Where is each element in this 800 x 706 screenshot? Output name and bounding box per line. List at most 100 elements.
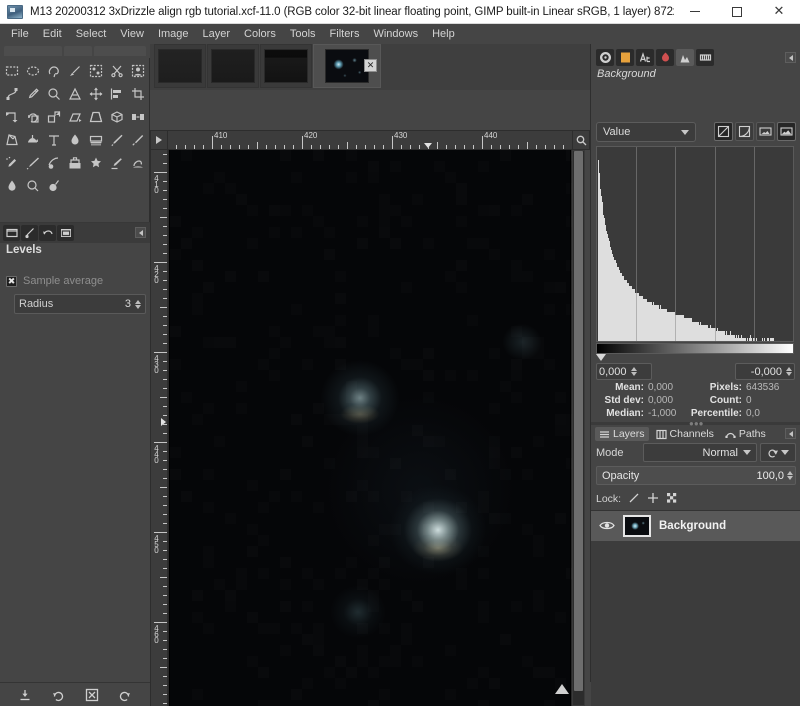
layer-list[interactable]: Background [591, 510, 800, 706]
tab-fonts-icon[interactable] [636, 48, 654, 66]
paths-icon[interactable] [2, 83, 22, 105]
image-menu-arrow-icon[interactable] [150, 130, 168, 150]
eraser-icon[interactable] [128, 129, 148, 151]
foreground-select-icon[interactable] [128, 60, 148, 82]
channel-select[interactable]: Value [596, 122, 696, 142]
opacity-value[interactable]: 100,0 [756, 470, 784, 482]
image-tab-4[interactable]: ✕ [313, 44, 381, 88]
dodge-burn-icon[interactable] [23, 175, 43, 197]
horizontal-ruler[interactable]: 410 420 430 440 [168, 130, 572, 150]
color-picker-icon[interactable] [23, 83, 43, 105]
histogram-tab-menu-button[interactable] [785, 52, 796, 63]
histogram-chart[interactable] [596, 146, 794, 342]
range-low-spin-arrows[interactable] [630, 367, 637, 376]
histogram-range-high-field[interactable]: -0,000 [735, 363, 795, 380]
pencil-icon[interactable] [86, 129, 106, 151]
minimize-button[interactable] [674, 0, 716, 24]
images-tab-icon[interactable] [57, 225, 74, 241]
perspective-icon[interactable] [86, 106, 106, 128]
image-tab-3[interactable] [260, 44, 312, 88]
scrollbar-thumb[interactable] [574, 151, 583, 691]
tab-channels[interactable]: Channels [652, 427, 718, 441]
tab-colormap-icon[interactable] [616, 48, 634, 66]
range-high-spin-arrows[interactable] [786, 367, 792, 376]
paintbrush-icon[interactable] [107, 129, 127, 151]
layer-thumbnail[interactable] [623, 515, 651, 537]
layer-name[interactable]: Background [659, 520, 726, 532]
warp-transform-icon[interactable] [2, 129, 22, 151]
toolbox-tab-nub-1[interactable] [4, 46, 62, 56]
radius-spin-arrows[interactable] [135, 299, 141, 309]
menu-colors[interactable]: Colors [237, 25, 283, 43]
device-status-tab-icon[interactable] [21, 225, 38, 241]
unified-transform-icon[interactable] [128, 106, 148, 128]
menu-filters[interactable]: Filters [323, 25, 367, 43]
3d-transform-icon[interactable] [107, 106, 127, 128]
lock-position-icon[interactable] [647, 492, 659, 507]
menu-windows[interactable]: Windows [366, 25, 425, 43]
layers-tab-menu-button[interactable] [785, 428, 796, 439]
vertical-ruler[interactable]: 410 420 430 440 450 460 [150, 150, 168, 706]
tool-options-tab-menu-button[interactable] [135, 227, 146, 238]
histogram-range-marker[interactable] [596, 354, 606, 361]
shear-icon[interactable] [65, 106, 85, 128]
layer-visibility-icon[interactable] [599, 519, 615, 533]
smudge-icon[interactable] [128, 152, 148, 174]
opacity-spin-arrows[interactable] [787, 471, 793, 480]
tab-pointer-icon[interactable] [596, 48, 614, 66]
sample-average-checkbox[interactable]: ✖ [6, 275, 17, 287]
menu-tools[interactable]: Tools [283, 25, 323, 43]
lock-pixels-icon[interactable] [628, 492, 640, 507]
image-tab-1[interactable] [154, 44, 206, 88]
ellipse-select-icon[interactable] [23, 60, 43, 82]
free-select-icon[interactable] [44, 60, 64, 82]
ink-blob-icon[interactable] [44, 175, 64, 197]
tool-options-tab-icon[interactable] [3, 225, 20, 241]
close-button[interactable]: ✕ [758, 0, 800, 24]
mode-select[interactable]: Normal [643, 443, 757, 462]
save-tool-preset-button[interactable] [16, 686, 34, 704]
sample-average-row[interactable]: ✖ Sample average [6, 275, 103, 287]
linear-histogram-button[interactable] [714, 122, 733, 141]
tab-sample-points-icon[interactable] [696, 48, 714, 66]
table-row[interactable]: Background [591, 511, 800, 541]
lock-alpha-icon[interactable] [666, 492, 678, 507]
logarithmic-histogram-button[interactable] [735, 122, 754, 141]
transform-icon[interactable] [2, 106, 22, 128]
menu-select[interactable]: Select [69, 25, 114, 43]
vertical-scrollbar[interactable] [572, 150, 585, 706]
select-by-color-icon[interactable] [86, 60, 106, 82]
clone-icon[interactable] [65, 152, 85, 174]
gradient-icon[interactable] [65, 129, 85, 151]
move-icon[interactable] [86, 83, 106, 105]
restore-tool-preset-button[interactable] [49, 686, 67, 704]
menu-file[interactable]: File [4, 25, 36, 43]
maximize-button[interactable] [716, 0, 758, 24]
image-canvas[interactable] [170, 150, 570, 706]
mypaint-brush-icon[interactable] [44, 152, 64, 174]
delete-tool-preset-button[interactable] [83, 686, 101, 704]
close-icon[interactable]: ✕ [364, 59, 377, 72]
scissors-select-icon[interactable] [107, 60, 127, 82]
view-selection-button[interactable] [777, 122, 796, 141]
canvas-viewport[interactable] [168, 150, 572, 706]
radius-spinner[interactable]: Radius 3 [14, 294, 146, 314]
navigate-canvas-icon[interactable] [555, 684, 569, 694]
rect-select-icon[interactable] [2, 60, 22, 82]
view-full-range-button[interactable] [756, 122, 775, 141]
image-tab-2[interactable] [207, 44, 259, 88]
blend-space-button[interactable] [760, 443, 796, 462]
zoom-icon[interactable] [44, 83, 64, 105]
menu-edit[interactable]: Edit [36, 25, 69, 43]
perspective-clone-icon[interactable] [107, 152, 127, 174]
menu-help[interactable]: Help [425, 25, 462, 43]
measure-icon[interactable] [65, 83, 85, 105]
tab-paths[interactable]: Paths [721, 427, 770, 441]
text-icon[interactable] [44, 129, 64, 151]
blur-sharpen-icon[interactable] [2, 175, 22, 197]
histogram-range-low-field[interactable]: 0,000 [596, 363, 652, 380]
heal-icon[interactable] [86, 152, 106, 174]
reset-tool-options-button[interactable] [116, 686, 134, 704]
crop-icon[interactable] [128, 83, 148, 105]
rotate-icon[interactable] [23, 106, 43, 128]
